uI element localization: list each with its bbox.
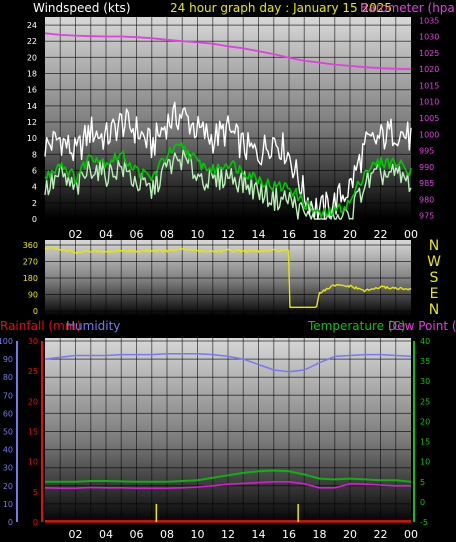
x-tick-label: 14 (252, 228, 266, 241)
humidity-tick-label: 50 (3, 428, 13, 437)
humidity-tick-label: 0 (8, 518, 13, 527)
rainfall-tick-label: 10 (28, 458, 38, 467)
wind-direction-tick-label: 90 (28, 291, 38, 300)
barometer-tick-label: 1030 (419, 33, 439, 42)
rainfall-tick-label: 30 (28, 337, 38, 346)
x-tick-label: 04 (99, 528, 113, 541)
x-tick-label: 20 (343, 228, 357, 241)
x-tick-label: 06 (130, 228, 144, 241)
windspeed-tick-label: 2 (32, 199, 37, 208)
temperature-tick-label: 10 (420, 458, 430, 467)
x-tick-label: 00 (404, 228, 418, 241)
temperature-tick-label: 15 (420, 438, 430, 447)
windspeed-tick-label: 24 (27, 21, 37, 30)
compass-label: S (430, 270, 439, 286)
windspeed-tick-label: 8 (32, 150, 37, 159)
x-tick-label: 08 (160, 528, 174, 541)
rainfall-tick-label: 5 (33, 488, 38, 497)
x-tick-label: 16 (282, 528, 296, 541)
humidity-tick-label: 40 (3, 446, 13, 455)
wind-direction-tick-label: 180 (23, 274, 38, 283)
compass-label: W (427, 254, 441, 270)
x-tick-label: 02 (69, 528, 83, 541)
x-tick-label: 04 (99, 228, 113, 241)
x-tick-label: 06 (130, 528, 144, 541)
wind-direction-chart: 090180270360 NWSEN (23, 238, 441, 318)
temperature-tick-label: 20 (420, 417, 430, 426)
windspeed-tick-label: 10 (27, 134, 37, 143)
barometer-tick-label: 980 (419, 195, 434, 204)
compass-label: E (430, 286, 439, 302)
barometer-tick-label: 1035 (419, 16, 439, 25)
temperature-tick-label: 35 (420, 357, 430, 366)
humidity-tick-label: 100 (0, 337, 13, 346)
barometer-tick-label: 975 (419, 212, 434, 221)
wind-direction-tick-label: 0 (33, 307, 38, 316)
windspeed-axis-title: Windspeed (kts) (33, 1, 131, 15)
x-tick-label: 10 (191, 528, 205, 541)
x-tick-label: 02 (69, 228, 83, 241)
barometer-axis-title: Barometer (hpa) (360, 1, 456, 15)
rainfall-tick-label: 25 (28, 367, 38, 376)
barometer-tick-label: 1010 (419, 98, 439, 107)
x-tick-label: 22 (374, 228, 388, 241)
windspeed-tick-label: 16 (27, 86, 37, 95)
x-tick-label: 10 (191, 228, 205, 241)
windspeed-tick-label: 6 (32, 167, 37, 176)
x-tick-label: 12 (221, 528, 235, 541)
windspeed-tick-label: 20 (27, 53, 37, 62)
x-tick-label: 18 (313, 228, 327, 241)
wind-direction-tick-label: 270 (23, 258, 38, 267)
humidity-axis-title: Humidity (66, 319, 120, 333)
temperature-tick-label: 0 (420, 498, 425, 507)
rain-humidity-temp-chart: 0 10 20 30 40 50 60 70 80 90 100 0 5 10 15 20 25 30 -5 0 5… (0, 337, 430, 541)
rainfall-tick-label: 15 (28, 428, 38, 437)
x-tick-label: 18 (313, 528, 327, 541)
windspeed-tick-label: 18 (27, 70, 37, 79)
temperature-tick-label: 5 (420, 478, 425, 487)
windspeed-tick-label: 12 (27, 118, 37, 127)
windspeed-tick-label: 22 (27, 37, 37, 46)
humidity-tick-label: 80 (3, 373, 13, 382)
rainfall-tick-label: 0 (33, 518, 38, 527)
barometer-tick-label: 1020 (419, 65, 439, 74)
humidity-tick-label: 60 (3, 409, 13, 418)
rainfall-tick-label: 20 (28, 397, 38, 406)
barometer-tick-label: 1000 (419, 130, 439, 139)
x-tick-label: 20 (343, 528, 357, 541)
x-tick-label: 00 (404, 528, 418, 541)
humidity-tick-label: 10 (3, 500, 13, 509)
temperature-tick-label: -5 (420, 518, 428, 527)
x-tick-label: 14 (252, 528, 266, 541)
barometer-tick-label: 1015 (419, 81, 439, 90)
compass-label: N (429, 302, 439, 318)
windspeed-tick-label: 14 (27, 102, 37, 111)
x-tick-label: 16 (282, 228, 296, 241)
graph-title: 24 hour graph day : January 15 2025 (170, 1, 392, 15)
wind-direction-tick-label: 360 (23, 241, 38, 250)
barometer-tick-label: 995 (419, 147, 434, 156)
barometer-tick-label: 985 (419, 179, 434, 188)
barometer-tick-label: 990 (419, 163, 434, 172)
windspeed-tick-label: 4 (32, 183, 37, 192)
humidity-tick-label: 70 (3, 391, 13, 400)
barometer-tick-label: 1025 (419, 49, 439, 58)
temperature-tick-label: 30 (420, 377, 430, 386)
temperature-tick-label: 40 (420, 337, 430, 346)
humidity-tick-label: 90 (3, 355, 13, 364)
barometer-tick-label: 1005 (419, 114, 439, 123)
dewpoint-axis-title: Dew Point (C) (388, 319, 456, 333)
x-tick-label: 22 (374, 528, 388, 541)
x-tick-label: 12 (221, 228, 235, 241)
humidity-tick-label: 20 (3, 482, 13, 491)
weather-graphs: Windspeed (kts) 24 hour graph day : Janu… (0, 1, 456, 541)
temperature-tick-label: 25 (420, 397, 430, 406)
wind-baro-chart: 024681012141618202224 975980985990995100… (27, 16, 440, 241)
x-tick-label: 08 (160, 228, 174, 241)
humidity-tick-label: 30 (3, 464, 13, 473)
windspeed-tick-label: 0 (32, 215, 37, 224)
compass-label: N (429, 238, 439, 254)
